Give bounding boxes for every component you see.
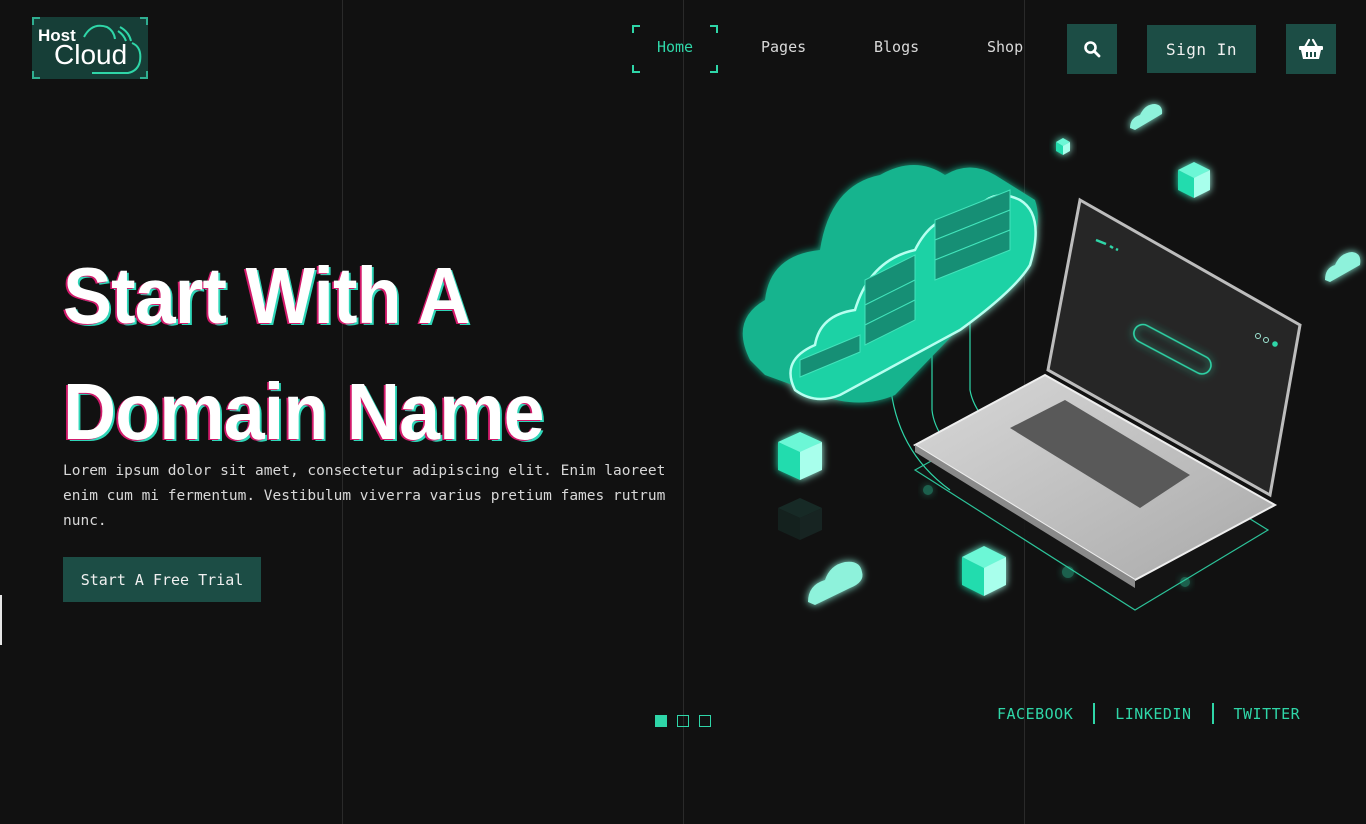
nav-item-blogs[interactable]: Blogs bbox=[874, 25, 919, 73]
cube-icon bbox=[778, 432, 822, 480]
cube-icon bbox=[1056, 138, 1070, 155]
cart-button[interactable] bbox=[1286, 24, 1336, 74]
nav-item-shop[interactable]: Shop bbox=[987, 25, 1023, 73]
search-icon bbox=[1084, 41, 1101, 58]
cube-reflection-icon bbox=[778, 498, 822, 540]
shopping-basket-icon bbox=[1299, 38, 1323, 59]
sign-in-button[interactable]: Sign In bbox=[1147, 25, 1256, 73]
cube-icon bbox=[962, 546, 1006, 596]
nav-label: Blogs bbox=[874, 38, 920, 56]
search-button[interactable] bbox=[1067, 24, 1117, 74]
active-bracket bbox=[632, 25, 640, 33]
logo-text-cloud: Cloud bbox=[54, 39, 128, 70]
slider-dot-2[interactable] bbox=[677, 715, 689, 727]
cube-icon bbox=[1178, 162, 1210, 198]
nav-label: Home bbox=[656, 38, 694, 56]
slider-dot-3[interactable] bbox=[699, 715, 711, 727]
nav-label: Shop bbox=[987, 38, 1024, 56]
slider-pagination bbox=[655, 715, 711, 727]
start-free-trial-button[interactable]: Start A Free Trial bbox=[63, 557, 261, 602]
nav-item-pages[interactable]: Pages bbox=[761, 25, 806, 73]
grid-line bbox=[683, 0, 684, 824]
hero-title: Start With A Domain Name bbox=[63, 238, 545, 470]
active-bracket bbox=[710, 25, 718, 33]
divider bbox=[1211, 703, 1214, 724]
hero-description: Lorem ipsum dolor sit amet, consectetur … bbox=[63, 463, 666, 529]
facebook-link[interactable]: FACEBOOK bbox=[997, 705, 1073, 723]
twitter-link[interactable]: TWITTER bbox=[1234, 705, 1301, 723]
hero-title-line2: Domain Name bbox=[63, 367, 545, 456]
edge-marker bbox=[0, 595, 2, 645]
linkedin-link[interactable]: LINKEDIN bbox=[1115, 705, 1191, 723]
divider bbox=[1093, 703, 1096, 724]
logo[interactable]: Host Cloud bbox=[32, 17, 148, 79]
active-bracket bbox=[710, 65, 718, 73]
nav-item-home[interactable]: Home bbox=[632, 25, 718, 73]
active-bracket bbox=[632, 65, 640, 73]
slider-dot-1[interactable] bbox=[655, 715, 667, 727]
hero-illustration bbox=[742, 104, 1361, 611]
social-links: FACEBOOK LINKEDIN TWITTER bbox=[997, 703, 1300, 724]
hero-title-line1: Start With A bbox=[63, 251, 471, 340]
nav-label: Pages bbox=[761, 38, 807, 56]
server-cloud-icon bbox=[742, 165, 1038, 403]
